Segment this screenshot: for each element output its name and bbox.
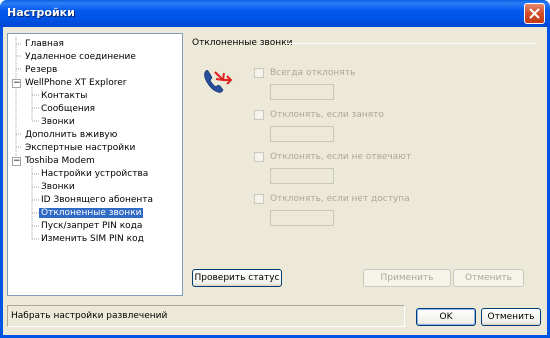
divert-option-label: Отклонять, если нет доступа: [270, 194, 410, 204]
tree-item-label: Настройки устройства: [41, 169, 149, 179]
divert-option-label: Отклонять, если не отвечают: [270, 152, 412, 162]
tree-item[interactable]: Экспертные настройки: [23, 142, 137, 154]
status-bar: Набрать настройки развлечений: [7, 305, 405, 327]
settings-tree[interactable]: Главная Удаленное соединение Резерв WellPho…: [7, 33, 183, 296]
close-button[interactable]: [524, 3, 545, 24]
tree-item[interactable]: Изменить SIM PIN код: [39, 233, 146, 245]
tree-item[interactable]: Отклоненные звонки: [39, 207, 144, 219]
tree-item-label: Резерв: [25, 65, 58, 75]
settings-window: Настройки Главная Удаленное соединение Р…: [0, 0, 550, 338]
window-title: Настройки: [7, 6, 75, 19]
title-bar[interactable]: Настройки: [0, 0, 550, 27]
tree-item-label: ID Звонящего абонента: [41, 195, 154, 205]
divert-number-field[interactable]: [270, 126, 334, 142]
tree-item-label: Звонки: [41, 117, 75, 127]
tree-item[interactable]: Настройки устройства: [39, 168, 150, 180]
tree-item-label: Звонки: [41, 182, 75, 192]
divert-option[interactable]: Отклонять, если занято: [254, 109, 384, 121]
check-status-button[interactable]: Проверить статус: [192, 269, 282, 287]
tree-item[interactable]: Дополнить вживую: [23, 129, 119, 141]
divert-checkbox[interactable]: [254, 110, 264, 120]
group-title: Отклоненные звонки: [192, 38, 293, 48]
tree-item[interactable]: Toshiba Modem: [23, 155, 97, 167]
tree-item-label: Контакты: [41, 91, 88, 101]
tree-item-label: Пуск/запрет PIN кода: [41, 221, 143, 231]
divert-option[interactable]: Отклонять, если нет доступа: [254, 193, 410, 205]
cancel-button[interactable]: Отменить: [481, 308, 541, 326]
tree-item[interactable]: Пуск/запрет PIN кода: [39, 220, 144, 232]
divert-option[interactable]: Отклонять, если не отвечают: [254, 151, 411, 163]
tree-item-label: Удаленное соединение: [25, 52, 136, 62]
tree-item-label: Главная: [25, 39, 64, 49]
tree-item[interactable]: ID Звонящего абонента: [39, 194, 155, 206]
apply-button[interactable]: Применить: [363, 269, 451, 287]
ok-button[interactable]: OK: [416, 308, 476, 326]
tree-item[interactable]: WellPhone XT Explorer: [23, 77, 129, 89]
tree-item[interactable]: Звонки: [39, 181, 77, 193]
tree-item-label: Экспертные настройки: [25, 143, 136, 153]
dialog-client-area: Главная Удаленное соединение Резерв WellPho…: [3, 27, 547, 335]
close-icon: [529, 8, 540, 19]
divert-number-field[interactable]: [270, 210, 334, 226]
call-divert-icon: [204, 69, 233, 93]
tree-collapse-icon[interactable]: −: [12, 157, 21, 166]
tree-item-label: Дополнить вживую: [25, 130, 118, 140]
tree-collapse-icon[interactable]: −: [12, 79, 21, 88]
tree-item-label: Отклоненные звонки: [39, 208, 144, 218]
divert-option-label: Всегда отклонять: [270, 68, 356, 78]
tree-item-label: WellPhone XT Explorer: [25, 78, 127, 88]
divert-number-field[interactable]: [270, 168, 334, 184]
tree-item-label: Сообщения: [41, 104, 96, 114]
divert-checkbox[interactable]: [254, 152, 264, 162]
divert-checkbox[interactable]: [254, 68, 264, 78]
divert-checkbox[interactable]: [254, 194, 264, 204]
tree-item[interactable]: Сообщения: [39, 103, 97, 115]
divert-number-field[interactable]: [270, 84, 334, 100]
tree-item[interactable]: Резерв: [23, 64, 59, 76]
divert-option[interactable]: Всегда отклонять: [254, 67, 355, 79]
tree-item[interactable]: Удаленное соединение: [23, 51, 138, 63]
divert-option-label: Отклонять, если занято: [270, 110, 384, 120]
tree-item-label: Toshiba Modem: [25, 156, 95, 166]
tree-item[interactable]: Главная: [23, 38, 66, 50]
tree-item-label: Изменить SIM PIN код: [41, 234, 144, 244]
group-divider: [285, 43, 535, 44]
tree-item[interactable]: Контакты: [39, 90, 89, 102]
panel-cancel-button[interactable]: Отменить: [453, 269, 524, 287]
tree-item[interactable]: Звонки: [39, 116, 77, 128]
